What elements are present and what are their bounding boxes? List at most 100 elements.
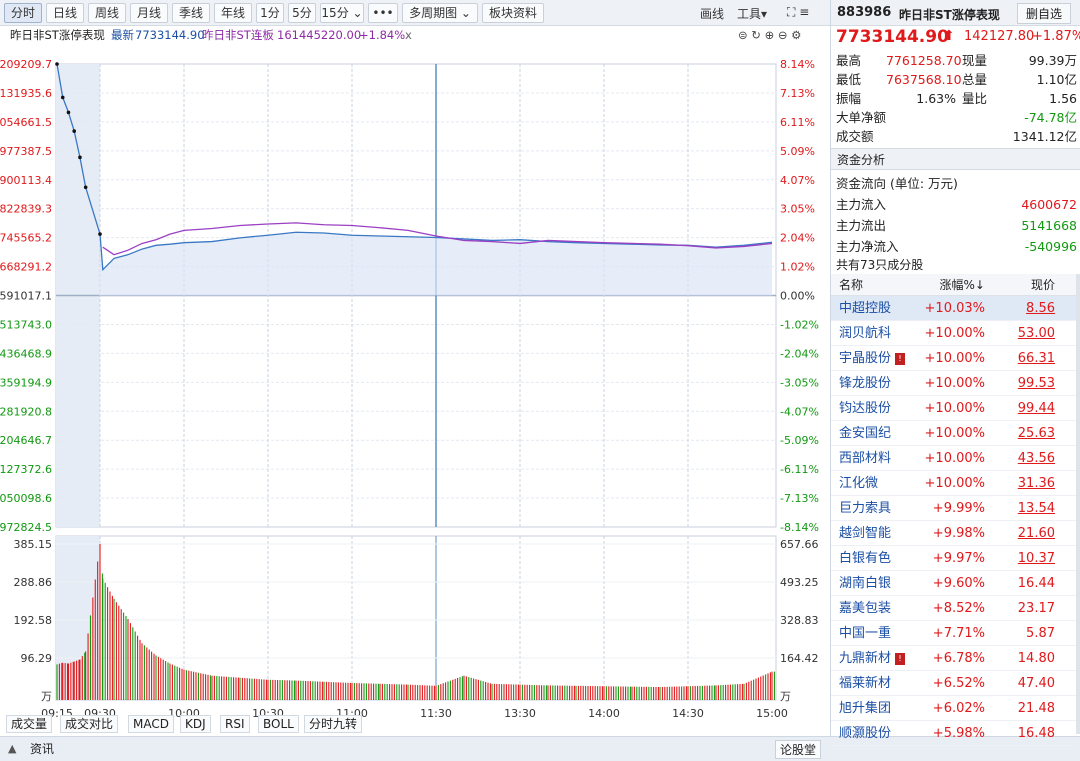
stock-name[interactable]: 中国一重 — [839, 621, 891, 646]
table-row[interactable]: 中国一重 +7.71% 5.87 — [831, 621, 1076, 646]
table-row[interactable]: 宇晶股份! +10.00% 66.31 — [831, 346, 1076, 371]
stock-name[interactable]: 润贝航科 — [839, 321, 891, 346]
col-name[interactable]: 名称 — [839, 274, 863, 296]
table-row[interactable]: 旭升集团 +6.02% 21.48 — [831, 696, 1076, 721]
toolbar-btn-7[interactable]: 5分 — [288, 3, 316, 23]
price-axis-left-label: 6972824.5 — [0, 521, 52, 534]
table-scrollbar[interactable] — [1076, 274, 1080, 734]
stock-price[interactable]: 21.60 — [991, 521, 1055, 546]
indicator-tab-2[interactable]: MACD — [128, 715, 174, 733]
table-row[interactable]: 江化微 +10.00% 31.36 — [831, 471, 1076, 496]
remove-watchlist-button[interactable]: 删自选 — [1017, 3, 1072, 24]
toolbar-btn-2[interactable]: 周线 — [88, 3, 126, 23]
stock-name[interactable]: 西部材料 — [839, 446, 891, 471]
collapse-icon[interactable]: ▲ — [8, 742, 16, 755]
toolbar-btn-10[interactable]: 多周期图 ⌄ — [402, 3, 478, 23]
stock-name[interactable]: 宇晶股份! — [839, 346, 906, 371]
stock-name[interactable]: 钧达股份 — [839, 396, 891, 421]
table-row[interactable]: 金安国纪 +10.00% 25.63 — [831, 421, 1076, 446]
stock-name[interactable]: 顺灏股份 — [839, 721, 891, 746]
toolbar-btn-5[interactable]: 年线 — [214, 3, 252, 23]
stock-name[interactable]: 嘉美包装 — [839, 596, 891, 621]
stock-name[interactable]: 锋龙股份 — [839, 371, 891, 396]
stock-price[interactable]: 66.31 — [991, 346, 1055, 371]
stock-name[interactable]: 福莱新材 — [839, 671, 891, 696]
chart-settings-icons[interactable]: ⊜ ↻ ⊕ ⊖ ⚙ — [738, 26, 801, 44]
toolbar-btn-0[interactable]: 分时 — [4, 3, 42, 23]
price-axis-left-label: 7050098.6 — [0, 492, 52, 505]
stock-name[interactable]: 旭升集团 — [839, 696, 891, 721]
table-row[interactable]: 中超控股 +10.03% 8.56 — [831, 296, 1076, 321]
table-row[interactable]: 福莱新材 +6.52% 47.40 — [831, 671, 1076, 696]
fullscreen-icon[interactable]: ⛶ ≡ — [787, 5, 809, 20]
stock-price[interactable]: 13.54 — [991, 496, 1055, 521]
table-row[interactable]: 湖南白银 +9.60% 16.44 — [831, 571, 1076, 596]
stock-price[interactable]: 8.56 — [991, 296, 1055, 321]
price-axis-left-label: 7204646.7 — [0, 434, 52, 447]
main-outflow-value: 5141668 — [1021, 218, 1077, 233]
stock-price[interactable]: 5.87 — [991, 621, 1055, 646]
vol-axis-right-label: 657.66 — [780, 538, 819, 551]
toolbar-btn-4[interactable]: 季线 — [172, 3, 210, 23]
tools-dropdown[interactable]: 工具▾ — [737, 5, 767, 22]
toolbar-btn-11[interactable]: 板块资料 — [482, 3, 544, 23]
main-net-value: -540996 — [1024, 239, 1077, 254]
draw-line-button[interactable]: 画线 — [700, 5, 724, 22]
news-tab[interactable]: 资讯 — [30, 740, 54, 757]
stock-price[interactable]: 14.80 — [991, 646, 1055, 671]
auction-point — [72, 129, 76, 133]
toolbar-btn-6[interactable]: 1分 — [256, 3, 284, 23]
stock-name[interactable]: 中超控股 — [839, 296, 891, 321]
stock-price[interactable]: 47.40 — [991, 671, 1055, 696]
table-row[interactable]: 钧达股份 +10.00% 99.44 — [831, 396, 1076, 421]
table-row[interactable]: 润贝航科 +10.00% 53.00 — [831, 321, 1076, 346]
stock-name[interactable]: 湖南白银 — [839, 571, 891, 596]
table-row[interactable]: 九鼎新材! +6.78% 14.80 — [831, 646, 1076, 671]
stock-price[interactable]: 99.44 — [991, 396, 1055, 421]
indicator-tab-3[interactable]: KDJ — [180, 715, 211, 733]
stock-price[interactable]: 16.44 — [991, 571, 1055, 596]
indicator-tab-6[interactable]: 分时九转 — [304, 715, 363, 733]
stock-price[interactable]: 53.00 — [991, 321, 1055, 346]
stock-name[interactable]: 巨力索具 — [839, 496, 891, 521]
fund-analysis-header[interactable]: 资金分析 — [831, 148, 1080, 170]
table-row[interactable]: 嘉美包装 +8.52% 23.17 — [831, 596, 1076, 621]
col-pct[interactable]: 涨幅%↓ — [927, 274, 985, 296]
price-axis-left-label: 7668291.2 — [0, 261, 52, 274]
col-price[interactable]: 现价 — [991, 274, 1055, 296]
stock-name[interactable]: 金安国纪 — [839, 421, 891, 446]
table-row[interactable]: 越剑智能 +9.98% 21.60 — [831, 521, 1076, 546]
stock-name[interactable]: 江化微 — [839, 471, 878, 496]
stock-price[interactable]: 43.56 — [991, 446, 1055, 471]
quote-value: 7637568.10 — [886, 72, 962, 87]
toolbar-btn-8[interactable]: 15分 ⌄ — [320, 3, 364, 23]
intraday-chart[interactable]: 8209209.7 8.14% 8131935.6 7.13% 8054661.5 6.1… — [0, 44, 830, 736]
toolbar-btn-9[interactable]: ••• — [368, 3, 398, 23]
stock-name[interactable]: 越剑智能 — [839, 521, 891, 546]
stock-price[interactable]: 31.36 — [991, 471, 1055, 496]
stock-price[interactable]: 21.48 — [991, 696, 1055, 721]
stock-name[interactable]: 白银有色 — [839, 546, 891, 571]
stock-price[interactable]: 23.17 — [991, 596, 1055, 621]
toolbar-btn-3[interactable]: 月线 — [130, 3, 168, 23]
indicator-tab-1[interactable]: 成交对比 — [60, 715, 119, 733]
table-row[interactable]: 白银有色 +9.97% 10.37 — [831, 546, 1076, 571]
forum-button[interactable]: 论股堂 — [775, 740, 822, 759]
stock-price[interactable]: 25.63 — [991, 421, 1055, 446]
table-row[interactable]: 西部材料 +10.00% 43.56 — [831, 446, 1076, 471]
table-row[interactable]: 锋龙股份 +10.00% 99.53 — [831, 371, 1076, 396]
price-axis-left-label: 7359194.9 — [0, 376, 52, 389]
stock-name[interactable]: 九鼎新材! — [839, 646, 906, 671]
close-icon[interactable]: x — [405, 26, 412, 44]
indicator-tab-4[interactable]: RSI — [220, 715, 250, 733]
stock-price[interactable]: 99.53 — [991, 371, 1055, 396]
toolbar-btn-1[interactable]: 日线 — [46, 3, 84, 23]
indicator-tab-0[interactable]: 成交量 — [6, 715, 53, 733]
indicator-tab-5[interactable]: BOLL — [258, 715, 299, 733]
vol-axis-left-label: 万 — [41, 690, 52, 703]
stock-pct: +9.97% — [932, 551, 985, 566]
table-row[interactable]: 巨力索具 +9.99% 13.54 — [831, 496, 1076, 521]
stock-price[interactable]: 16.48 — [991, 721, 1055, 746]
table-row[interactable]: 顺灏股份 +5.98% 16.48 — [831, 721, 1076, 746]
stock-price[interactable]: 10.37 — [991, 546, 1055, 571]
